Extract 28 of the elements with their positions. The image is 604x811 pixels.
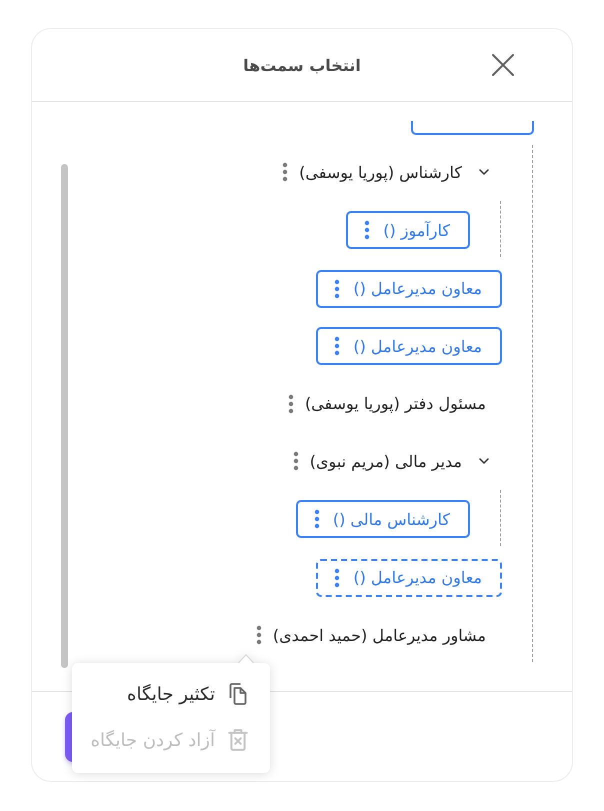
dialog-title: انتخاب سمت‌ها	[243, 56, 361, 74]
position-node[interactable]: کارشناس مالی ()	[296, 500, 470, 538]
position-node[interactable]: کارآموز ()	[346, 211, 470, 249]
more-icon[interactable]	[314, 509, 320, 529]
copy-icon	[228, 683, 248, 705]
more-icon[interactable]	[334, 568, 340, 588]
close-button[interactable]	[491, 53, 515, 77]
position-label[interactable]: مسئول دفتر (پوریا یوسفی)	[304, 394, 486, 413]
more-icon[interactable]	[256, 625, 262, 645]
position-node-frame[interactable]	[411, 121, 534, 135]
more-icon[interactable]	[288, 394, 294, 414]
position-label[interactable]: مدیر مالی (مریم نبوی)	[310, 452, 462, 470]
scrollbar-thumb[interactable]	[61, 164, 68, 668]
chevron-down-icon[interactable]	[479, 458, 489, 464]
more-icon[interactable]	[334, 336, 340, 356]
chevron-down-icon[interactable]	[479, 169, 489, 175]
more-icon[interactable]	[364, 220, 370, 240]
more-icon[interactable]	[282, 162, 288, 182]
menu-item[interactable]: تکثیر جایگاه	[72, 671, 270, 717]
position-node[interactable]: معاون مدیرعامل ()	[316, 558, 502, 596]
position-label[interactable]: مشاور مدیرعامل (حمید احمدی)	[272, 626, 486, 644]
position-node[interactable]: معاون مدیرعامل ()	[316, 327, 502, 365]
position-label[interactable]: کارشناس (پوریا یوسفی)	[299, 162, 462, 182]
trash-icon	[228, 729, 248, 751]
more-icon[interactable]	[292, 451, 299, 471]
close-icon	[491, 53, 515, 77]
more-icon[interactable]	[334, 278, 340, 298]
position-node[interactable]: معاون مدیرعامل ()	[316, 270, 502, 308]
